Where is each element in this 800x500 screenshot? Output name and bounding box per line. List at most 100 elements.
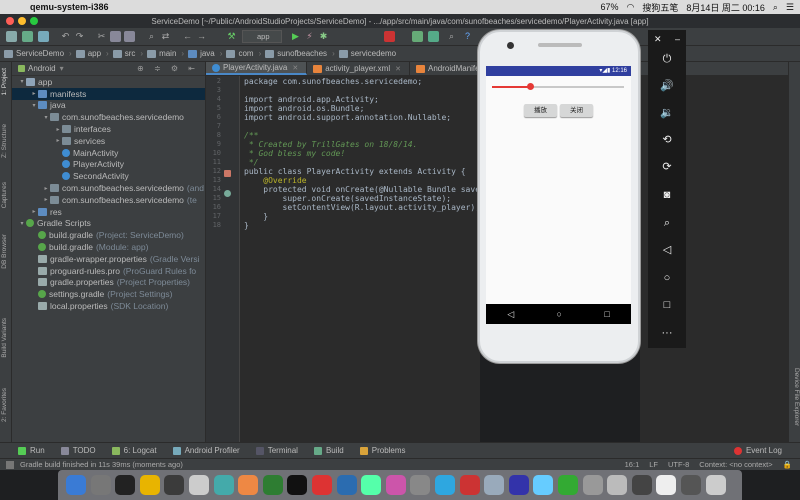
tab-device-file-explorer[interactable]: Device File Explorer [790, 368, 800, 426]
tab-player-activity[interactable]: PlayerActivity.java ✕ [206, 62, 308, 75]
dock-app-icon[interactable] [681, 475, 701, 495]
power-icon[interactable]: ⏻ [648, 50, 686, 68]
minimize-window-button[interactable] [18, 17, 26, 25]
file-encoding[interactable]: UTF-8 [668, 460, 689, 469]
breadcrumb-item[interactable]: servicedemo [338, 49, 396, 58]
project-view-select[interactable]: Android [28, 64, 56, 73]
tree-item[interactable]: ▸ com.sunofbeaches.servicedemo (te [12, 194, 205, 206]
tab-build[interactable]: Build [313, 446, 344, 455]
tree-item[interactable]: settings.gradle (Project Settings) [12, 288, 205, 300]
replace-icon[interactable]: ⇄ [160, 31, 171, 42]
tree-item[interactable]: ▸ interfaces [12, 123, 205, 135]
avd-manager-icon[interactable] [412, 31, 423, 42]
status-message[interactable]: Gradle build finished in 11s 39ms (momen… [20, 460, 183, 469]
tab-build-variants[interactable]: Build Variants [1, 318, 11, 358]
volume-up-icon[interactable]: 🔊 [648, 77, 686, 95]
back-icon[interactable]: ← [182, 31, 193, 42]
build-hammer-icon[interactable]: ⚒ [226, 31, 237, 42]
tab-todo[interactable]: TODO [60, 446, 96, 455]
breadcrumb-item[interactable]: src › [112, 49, 143, 58]
context-label[interactable]: Context: <no context> [699, 460, 772, 469]
chevron-down-icon[interactable]: ▾ [42, 114, 50, 121]
screenshot-icon[interactable]: ◙ [648, 186, 686, 204]
tree-item[interactable]: gradle-wrapper.properties (Gradle Versi [12, 253, 205, 265]
chevron-right-icon[interactable]: ▸ [54, 126, 62, 133]
dock-app-icon[interactable] [385, 475, 406, 495]
more-icon[interactable]: ··· [648, 324, 686, 342]
close-window-button[interactable] [6, 17, 14, 25]
find-icon[interactable]: ⌕ [146, 31, 157, 42]
dock-app-icon[interactable] [90, 475, 111, 495]
back-nav-icon[interactable]: ◁ [507, 309, 514, 320]
tab-problems[interactable]: Problems [359, 446, 406, 455]
tab-project[interactable]: 1: Project [1, 68, 11, 95]
dock-app-icon[interactable] [410, 475, 431, 495]
tab-event-log[interactable]: Event Log [733, 446, 782, 455]
dock-app-icon[interactable] [705, 475, 726, 495]
tree-item[interactable]: PlayerActivity [12, 159, 205, 171]
run-gutter-icon[interactable] [224, 170, 231, 177]
run-icon[interactable]: ▶ [290, 31, 301, 42]
dock-app-icon[interactable] [435, 475, 455, 495]
input-method-label[interactable]: 搜狗五笔 [642, 1, 678, 14]
tab-logcat[interactable]: 6: Logcat [111, 446, 157, 455]
seek-bar-thumb[interactable] [526, 83, 534, 90]
dock-app-icon[interactable] [213, 475, 234, 495]
help-icon[interactable]: ? [462, 31, 473, 42]
chevron-right-icon[interactable]: ▸ [30, 208, 38, 215]
debug-icon[interactable]: ✱ [318, 31, 329, 42]
apply-changes-icon[interactable]: ⚡ [304, 31, 315, 42]
undo-icon[interactable]: ↶ [60, 31, 71, 42]
tree-item[interactable]: gradle.properties (Project Properties) [12, 277, 205, 289]
dock-app-icon[interactable] [164, 475, 185, 495]
tree-item[interactable]: ▸ res [12, 206, 205, 218]
dock-app-icon[interactable] [287, 475, 308, 495]
tab-activity-player-xml[interactable]: activity_player.xml ✕ [307, 62, 410, 75]
status-toggle-icon[interactable] [6, 460, 14, 469]
tab-android-profiler[interactable]: Android Profiler [172, 446, 240, 455]
tree-item[interactable]: build.gradle (Module: app) [12, 241, 205, 253]
chevron-right-icon[interactable]: ▸ [30, 90, 38, 97]
chevron-down-icon[interactable]: ▾ [60, 64, 64, 73]
dock-app-icon[interactable] [484, 475, 505, 495]
run-config-select[interactable]: app [242, 30, 282, 43]
cursor-position[interactable]: 16:1 [625, 460, 640, 469]
tree-item[interactable]: MainActivity [12, 147, 205, 159]
dock-app-icon[interactable] [361, 475, 382, 495]
dock-app-icon[interactable] [238, 475, 259, 495]
volume-down-icon[interactable]: 🔉 [648, 104, 686, 122]
save-icon[interactable] [22, 31, 33, 42]
minimize-icon[interactable]: – [648, 30, 686, 48]
paste-icon[interactable] [124, 31, 135, 42]
stop-icon[interactable] [384, 31, 395, 42]
zoom-window-button[interactable] [30, 17, 38, 25]
sdk-manager-icon[interactable] [428, 31, 439, 42]
open-icon[interactable] [6, 31, 17, 42]
dock-app-icon[interactable] [508, 475, 529, 495]
breadcrumb-item[interactable]: com › [226, 49, 261, 58]
dock-app-icon[interactable] [656, 475, 677, 495]
close-icon[interactable]: ✕ [292, 64, 298, 72]
line-separator[interactable]: LF [649, 460, 658, 469]
tree-item[interactable]: SecondActivity [12, 170, 205, 182]
menu-icon[interactable]: ☰ [786, 2, 794, 13]
dock-app-icon[interactable] [558, 475, 578, 495]
search-everywhere-icon[interactable]: ⌕ [446, 31, 457, 42]
tab-run[interactable]: Run [18, 446, 45, 455]
tree-item[interactable]: ▾ app [12, 76, 205, 88]
dock-app-icon[interactable] [139, 475, 160, 495]
menubar-app-name[interactable]: qemu-system-i386 [30, 2, 109, 12]
rotate-right-icon[interactable]: ⟳ [648, 158, 686, 176]
rotate-left-icon[interactable]: ⟲ [648, 131, 686, 149]
chevron-right-icon[interactable]: ▸ [42, 185, 50, 192]
emulator-screen[interactable] [486, 66, 631, 324]
chevron-down-icon[interactable]: ▾ [18, 78, 26, 85]
dock-app-icon[interactable] [262, 475, 283, 495]
back-icon[interactable]: ◁ [648, 241, 686, 259]
breadcrumb-item[interactable]: sunofbeaches › [265, 49, 335, 58]
stop-button[interactable]: 关闭 [560, 104, 593, 117]
lock-icon[interactable]: 🔒 [783, 460, 792, 469]
dock-app-icon[interactable] [607, 475, 628, 495]
copy-icon[interactable] [110, 31, 121, 42]
tree-item[interactable]: ▾ java [12, 100, 205, 112]
